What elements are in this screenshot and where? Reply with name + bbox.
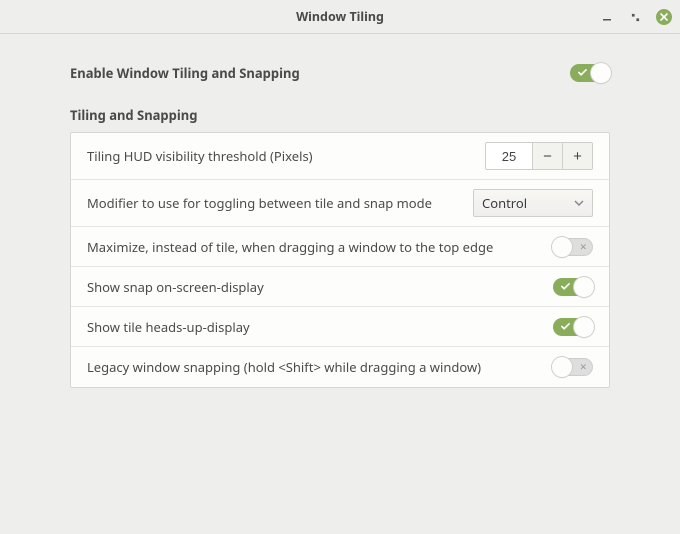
- modifier-label: Modifier to use for toggling between til…: [87, 194, 432, 212]
- content: Enable Window Tiling and Snapping Tiling…: [0, 34, 680, 408]
- snap-osd-toggle[interactable]: [553, 278, 593, 296]
- x-icon: ✕: [579, 361, 587, 373]
- minus-icon: −: [543, 148, 552, 165]
- window-buttons: [600, 0, 672, 34]
- check-icon: [561, 282, 570, 291]
- hud-threshold-stepper: − +: [485, 142, 593, 170]
- check-icon: [561, 322, 570, 331]
- row-modifier: Modifier to use for toggling between til…: [71, 180, 609, 227]
- close-icon: [660, 13, 668, 21]
- modifier-value: Control: [482, 194, 527, 212]
- row-maximize-top: Maximize, instead of tile, when dragging…: [71, 227, 609, 267]
- master-toggle-row: Enable Window Tiling and Snapping: [70, 64, 610, 82]
- close-button[interactable]: [656, 9, 672, 25]
- hud-threshold-increment[interactable]: +: [563, 142, 593, 170]
- x-icon: ✕: [579, 241, 587, 253]
- master-toggle-label: Enable Window Tiling and Snapping: [70, 64, 300, 82]
- window-title: Window Tiling: [0, 8, 680, 25]
- maximize-icon: [631, 13, 640, 22]
- row-snap-osd: Show snap on-screen-display: [71, 267, 609, 307]
- legacy-snap-toggle[interactable]: ✕: [553, 358, 593, 376]
- chevron-down-icon: [574, 200, 584, 206]
- minimize-icon: [602, 12, 612, 22]
- titlebar: Window Tiling: [0, 0, 680, 34]
- hud-threshold-label: Tiling HUD visibility threshold (Pixels): [87, 147, 313, 165]
- modifier-combo[interactable]: Control: [473, 189, 593, 217]
- maximize-top-label: Maximize, instead of tile, when dragging…: [87, 238, 493, 256]
- minimize-button[interactable]: [600, 10, 614, 24]
- maximize-button[interactable]: [628, 10, 642, 24]
- hud-threshold-decrement[interactable]: −: [533, 142, 563, 170]
- tile-hud-label: Show tile heads-up-display: [87, 318, 250, 336]
- tile-hud-toggle[interactable]: [553, 318, 593, 336]
- row-hud-threshold: Tiling HUD visibility threshold (Pixels)…: [71, 133, 609, 180]
- hud-threshold-input[interactable]: [485, 142, 533, 170]
- row-tile-hud: Show tile heads-up-display: [71, 307, 609, 347]
- settings-panel: Tiling HUD visibility threshold (Pixels)…: [70, 132, 610, 388]
- master-toggle[interactable]: [570, 64, 610, 82]
- row-legacy-snap: Legacy window snapping (hold <Shift> whi…: [71, 347, 609, 387]
- legacy-snap-label: Legacy window snapping (hold <Shift> whi…: [87, 358, 481, 376]
- plus-icon: +: [573, 148, 582, 165]
- check-icon: [578, 68, 587, 77]
- section-title: Tiling and Snapping: [70, 106, 610, 124]
- maximize-top-toggle[interactable]: ✕: [553, 238, 593, 256]
- snap-osd-label: Show snap on-screen-display: [87, 278, 264, 296]
